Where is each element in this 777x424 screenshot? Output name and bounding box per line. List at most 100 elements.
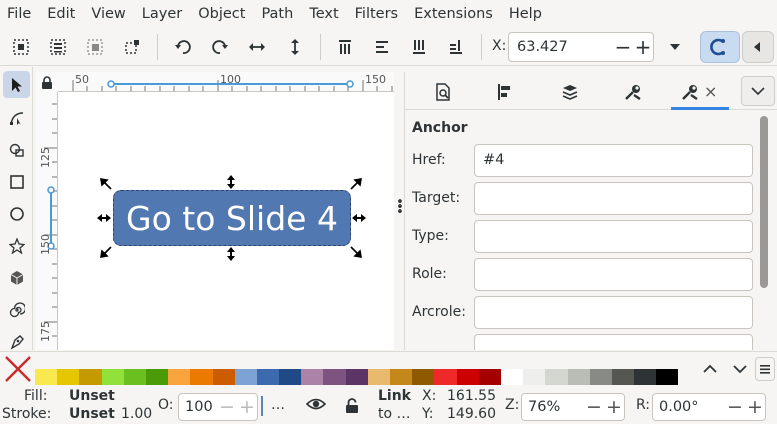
horizontal-ruler[interactable]: 50 100 150 bbox=[58, 72, 394, 92]
node-tool[interactable] bbox=[3, 104, 30, 131]
color-swatch[interactable] bbox=[35, 369, 58, 385]
shape-builder-tool[interactable] bbox=[3, 136, 30, 163]
opacity-decrement-button[interactable]: − bbox=[217, 394, 237, 420]
color-swatch[interactable] bbox=[634, 369, 657, 385]
tab-object-attributes[interactable] bbox=[679, 81, 701, 103]
drawing-canvas[interactable]: Go to Slide 4 bbox=[58, 92, 394, 350]
select-all-icon[interactable] bbox=[9, 35, 33, 59]
rectangle-tool[interactable] bbox=[3, 168, 30, 195]
opacity-increment-button[interactable]: + bbox=[237, 394, 257, 420]
x-decrement-button[interactable]: − bbox=[613, 33, 633, 61]
scale-handle-sw-icon[interactable] bbox=[98, 244, 114, 260]
color-swatch[interactable] bbox=[478, 369, 501, 385]
scale-handle-ne-icon[interactable] bbox=[348, 176, 364, 192]
menu-view[interactable]: View bbox=[83, 0, 133, 28]
color-swatch[interactable] bbox=[234, 369, 257, 385]
color-swatch[interactable] bbox=[168, 369, 191, 385]
palette-scroll-up[interactable] bbox=[698, 357, 722, 381]
role-field[interactable] bbox=[474, 258, 753, 291]
ellipse-tool[interactable] bbox=[3, 200, 30, 227]
color-swatch[interactable] bbox=[390, 369, 413, 385]
menu-file[interactable]: File bbox=[0, 0, 39, 28]
lower-to-bottom-icon[interactable] bbox=[444, 35, 468, 59]
scale-handle-n-icon[interactable] bbox=[223, 174, 239, 190]
color-swatch[interactable] bbox=[545, 369, 568, 385]
spiral-tool[interactable] bbox=[3, 296, 30, 323]
zoom-value[interactable]: 76% bbox=[522, 399, 584, 415]
flip-horizontal-icon[interactable] bbox=[245, 35, 269, 59]
selector-tool[interactable] bbox=[3, 71, 30, 98]
tab-xml-editor[interactable] bbox=[622, 81, 644, 103]
scale-handle-e-icon[interactable] bbox=[351, 210, 367, 226]
more-options-dropdown-icon[interactable] bbox=[663, 35, 687, 59]
color-swatch[interactable] bbox=[412, 369, 435, 385]
target-field[interactable] bbox=[474, 182, 753, 215]
title-field[interactable] bbox=[474, 334, 753, 350]
x-coordinate-value[interactable]: 63.427 bbox=[509, 39, 613, 55]
zoom-out-button[interactable]: − bbox=[584, 394, 604, 420]
color-swatch[interactable] bbox=[101, 369, 124, 385]
menu-text[interactable]: Text bbox=[301, 0, 346, 28]
menu-extensions[interactable]: Extensions bbox=[406, 0, 501, 28]
fill-indicator[interactable]: Unset bbox=[69, 388, 115, 404]
toggle-visibility-icon[interactable] bbox=[305, 396, 327, 416]
deselect-icon[interactable] bbox=[83, 35, 107, 59]
scale-handle-s-icon[interactable] bbox=[223, 246, 239, 262]
scale-handle-nw-icon[interactable] bbox=[98, 176, 114, 192]
tab-document-properties[interactable] bbox=[432, 81, 454, 103]
dock-scrollbar[interactable] bbox=[760, 116, 768, 288]
opacity-spinbox[interactable]: 100 − + bbox=[178, 393, 258, 421]
lower-icon[interactable] bbox=[407, 35, 431, 59]
scale-handle-se-icon[interactable] bbox=[348, 244, 364, 260]
scale-handle-w-icon[interactable] bbox=[96, 210, 112, 226]
dock-tab-menu-button[interactable] bbox=[741, 76, 775, 106]
color-swatch[interactable] bbox=[589, 369, 612, 385]
snapping-popover-button[interactable] bbox=[742, 31, 774, 63]
vertical-ruler[interactable]: 125 150 175 bbox=[36, 92, 58, 350]
close-tab-icon[interactable]: × bbox=[704, 82, 717, 101]
x-increment-button[interactable]: + bbox=[633, 33, 653, 61]
color-swatch[interactable] bbox=[523, 369, 546, 385]
color-swatch[interactable] bbox=[123, 369, 146, 385]
menu-layer[interactable]: Layer bbox=[134, 0, 190, 28]
flip-vertical-icon[interactable] bbox=[283, 35, 307, 59]
dock-resize-handle[interactable]: • • • bbox=[396, 196, 404, 219]
color-swatch[interactable] bbox=[212, 369, 235, 385]
menu-filters[interactable]: Filters bbox=[347, 0, 406, 28]
rotation-increment-button[interactable]: + bbox=[745, 394, 765, 420]
3d-box-tool[interactable] bbox=[3, 264, 30, 291]
zoom-spinbox[interactable]: 76% − + bbox=[521, 393, 625, 421]
color-swatch[interactable] bbox=[57, 369, 80, 385]
raise-to-top-icon[interactable] bbox=[333, 35, 357, 59]
stroke-indicator[interactable]: Unset bbox=[69, 406, 115, 422]
star-tool[interactable] bbox=[3, 232, 30, 259]
no-paint-swatch[interactable] bbox=[3, 354, 33, 384]
href-field[interactable]: #4 bbox=[474, 144, 753, 177]
color-swatch[interactable] bbox=[611, 369, 635, 385]
color-swatch[interactable] bbox=[323, 369, 346, 385]
color-swatch[interactable] bbox=[567, 369, 590, 385]
rotation-value[interactable]: 0.00° bbox=[653, 399, 725, 415]
snapping-toggle-button[interactable] bbox=[700, 31, 740, 63]
color-swatch[interactable] bbox=[145, 369, 169, 385]
rotation-spinbox[interactable]: 0.00° − + bbox=[652, 393, 766, 421]
menu-path[interactable]: Path bbox=[253, 0, 301, 28]
color-swatch[interactable] bbox=[345, 369, 368, 385]
color-swatch[interactable] bbox=[256, 369, 280, 385]
color-swatch[interactable] bbox=[190, 369, 213, 385]
color-swatch[interactable] bbox=[279, 369, 302, 385]
menu-edit[interactable]: Edit bbox=[39, 0, 83, 28]
rotate-cw-icon[interactable] bbox=[208, 35, 232, 59]
color-swatch[interactable] bbox=[79, 369, 102, 385]
guide-lock-toggle[interactable] bbox=[36, 72, 58, 92]
x-coordinate-spinbox[interactable]: 63.427 − + bbox=[508, 32, 654, 62]
palette-menu-button[interactable] bbox=[755, 357, 775, 381]
palette-scroll-down[interactable] bbox=[728, 357, 752, 381]
color-swatch[interactable] bbox=[500, 369, 524, 385]
menu-object[interactable]: Object bbox=[190, 0, 253, 28]
tab-layers-objects[interactable] bbox=[559, 81, 581, 103]
opacity-value[interactable]: 100 bbox=[179, 399, 217, 415]
toggle-lock-icon[interactable] bbox=[345, 398, 359, 418]
color-swatch[interactable] bbox=[301, 369, 324, 385]
transform-toggle-icon[interactable] bbox=[120, 35, 144, 59]
